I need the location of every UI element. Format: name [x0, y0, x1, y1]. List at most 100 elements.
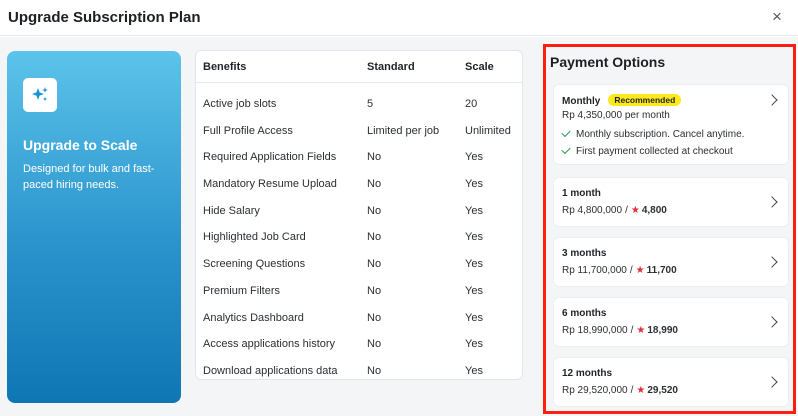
standard-value-cell: No: [367, 258, 382, 271]
star-icon: ★: [636, 385, 646, 396]
hero-title: Upgrade to Scale: [23, 137, 138, 153]
option-title: Monthly Recommended: [562, 94, 682, 107]
table-header: Benefits Standard Scale: [196, 51, 522, 83]
points-value: 11,700: [646, 265, 677, 276]
table-row: Analytics Dashboard No Yes: [196, 305, 522, 332]
standard-value-cell: No: [367, 151, 382, 164]
benefit-name-cell: Full Profile Access: [203, 124, 293, 137]
price-text: Rp 29,520,000: [562, 385, 628, 396]
benefits-table: Benefits Standard Scale Active job slots…: [195, 50, 523, 380]
option-title: 12 months: [562, 368, 613, 379]
standard-value-cell: No: [367, 364, 382, 377]
scale-value-cell: Yes: [465, 284, 483, 297]
chevron-right-icon: [766, 94, 778, 106]
option-price: Rp 4,350,000 per month: [562, 110, 670, 121]
table-row: Access applications history No Yes: [196, 331, 522, 358]
scale-value-cell: Yes: [465, 231, 483, 244]
option-price: Rp 11,700,000/★ 11,700: [562, 265, 677, 276]
table-body: Active job slots 5 20 Full Profile Access Li…: [196, 83, 522, 379]
scale-value-cell: Yes: [465, 204, 483, 217]
plan-hero-card: Upgrade to Scale Designed for bulk and f…: [7, 51, 181, 403]
column-header-scale: Scale: [465, 61, 494, 73]
modal-body: Upgrade to Scale Designed for bulk and f…: [0, 37, 798, 416]
benefit-name-cell: Premium Filters: [203, 284, 281, 297]
feature-text: First payment collected at checkout: [576, 146, 733, 157]
column-header-benefits: Benefits: [203, 61, 247, 73]
payment-option-monthly[interactable]: Monthly Recommended Rp 4,350,000 per mont…: [553, 84, 789, 165]
benefit-name-cell: Required Application Fields: [203, 151, 337, 164]
table-row: Screening Questions No Yes: [196, 251, 522, 278]
table-row: Active job slots 5 20: [196, 91, 522, 118]
modal-title: Upgrade Subscription Plan: [8, 9, 201, 26]
recommended-badge: Recommended: [608, 94, 682, 106]
check-icon: [561, 127, 571, 138]
standard-value-cell: Limited per job: [367, 124, 440, 137]
option-price: Rp 18,990,000/★ 18,990: [562, 325, 678, 336]
separator: /: [625, 205, 628, 216]
benefit-name-cell: Download applications data: [203, 364, 338, 377]
table-row: Full Profile Access Limited per job Unlimi…: [196, 118, 522, 145]
scale-value-cell: Yes: [465, 338, 483, 351]
option-price: Rp 4,800,000/★ 4,800: [562, 205, 667, 216]
price-text: Rp 11,700,000: [562, 265, 627, 276]
table-row: Mandatory Resume Upload No Yes: [196, 171, 522, 198]
sparkles-icon: [23, 78, 57, 112]
benefit-name-cell: Analytics Dashboard: [203, 311, 304, 324]
benefit-name-cell: Mandatory Resume Upload: [203, 178, 337, 191]
scale-value-cell: Yes: [465, 258, 483, 271]
separator: /: [630, 325, 634, 336]
modal-header: Upgrade Subscription Plan ×: [0, 0, 798, 36]
scale-value-cell: Unlimited: [465, 124, 511, 137]
chevron-right-icon: [766, 256, 778, 268]
standard-value-cell: No: [367, 338, 382, 351]
option-feature: First payment collected at checkout: [561, 144, 733, 157]
check-icon: [561, 144, 571, 155]
standard-value-cell: No: [367, 284, 382, 297]
points-value: 18,990: [647, 325, 678, 336]
close-icon[interactable]: ×: [766, 6, 788, 28]
chevron-right-icon: [766, 316, 778, 328]
payment-option-1-month[interactable]: 1 month Rp 4,800,000/★ 4,800: [553, 177, 789, 227]
table-row: Download applications data No Yes: [196, 358, 522, 379]
chevron-right-icon: [766, 376, 778, 388]
table-row: Premium Filters No Yes: [196, 278, 522, 305]
benefit-name-cell: Active job slots: [203, 98, 277, 110]
chevron-right-icon: [766, 196, 778, 208]
standard-value-cell: No: [367, 178, 382, 191]
standard-value-cell: No: [367, 231, 382, 244]
standard-value-cell: No: [367, 204, 382, 217]
benefit-name-cell: Screening Questions: [203, 258, 306, 271]
scale-value-cell: Yes: [465, 311, 483, 324]
star-icon: ★: [636, 325, 646, 336]
separator: /: [630, 385, 634, 396]
price-text: Rp 18,990,000: [562, 325, 628, 336]
price-text: Rp 4,800,000: [562, 205, 623, 216]
option-title: 3 months: [562, 248, 607, 259]
scale-value-cell: Yes: [465, 364, 483, 377]
hero-description: Designed for bulk and fast-paced hiring …: [23, 163, 155, 191]
option-title-text: Monthly: [562, 96, 601, 107]
option-price: Rp 29,520,000/★ 29,520: [562, 385, 678, 396]
scale-value-cell: 20: [465, 98, 478, 110]
table-row: Hide Salary No Yes: [196, 198, 522, 225]
feature-text: Monthly subscription. Cancel anytime.: [576, 129, 745, 140]
option-title: 1 month: [562, 188, 601, 199]
points-value: 4,800: [641, 205, 667, 216]
table-row: Required Application Fields No Yes: [196, 144, 522, 171]
payment-options-panel: Payment Options Monthly Recommended Rp 4,…: [543, 44, 796, 414]
points-value: 29,520: [647, 385, 678, 396]
standard-value-cell: 5: [367, 98, 374, 110]
benefit-name-cell: Highlighted Job Card: [203, 231, 306, 244]
payment-options-title: Payment Options: [550, 54, 666, 70]
payment-option-12-months[interactable]: 12 months Rp 29,520,000/★ 29,520: [553, 357, 789, 407]
option-feature: Monthly subscription. Cancel anytime.: [561, 127, 745, 140]
benefit-name-cell: Hide Salary: [203, 204, 260, 217]
scale-value-cell: Yes: [465, 178, 483, 191]
column-header-standard: Standard: [367, 61, 415, 73]
payment-option-3-months[interactable]: 3 months Rp 11,700,000/★ 11,700: [553, 237, 789, 287]
star-icon: ★: [630, 205, 640, 216]
benefit-name-cell: Access applications history: [203, 338, 336, 351]
payment-option-6-months[interactable]: 6 months Rp 18,990,000/★ 18,990: [553, 297, 789, 347]
scale-value-cell: Yes: [465, 151, 483, 164]
standard-value-cell: No: [367, 311, 382, 324]
